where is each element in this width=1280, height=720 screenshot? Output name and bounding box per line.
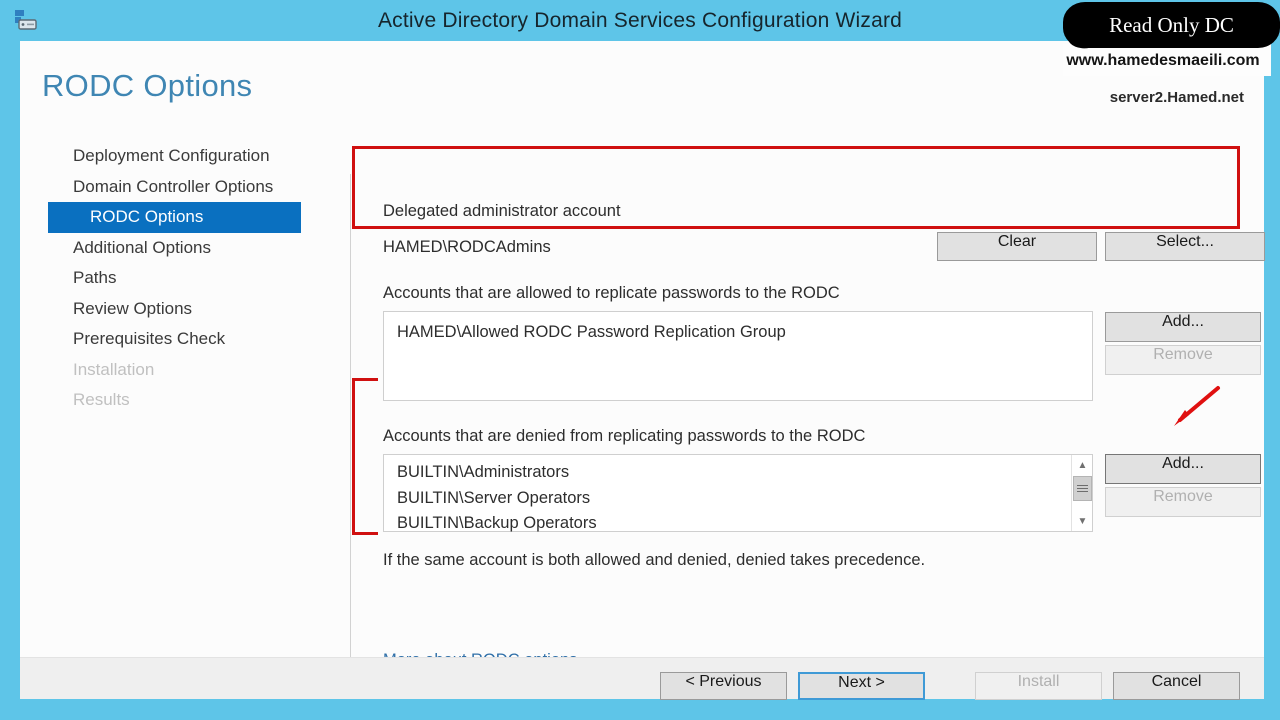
denied-accounts-label: Accounts that are denied from replicatin… — [383, 427, 866, 445]
page-title: RODC Options — [42, 68, 253, 103]
list-item[interactable]: HAMED\Allowed RODC Password Replication … — [384, 320, 1092, 346]
allowed-remove-button: Remove — [1105, 345, 1261, 375]
denied-precedence-note: If the same account is both allowed and … — [383, 551, 926, 569]
scroll-down-icon[interactable]: ▼ — [1073, 512, 1092, 530]
watermark-label: www.hamedesmaeili.com — [1066, 52, 1260, 69]
sidebar-item-deployment-configuration[interactable]: Deployment Configuration — [48, 141, 338, 172]
denied-accounts-listbox[interactable]: BUILTIN\Administrators BUILTIN\Server Op… — [383, 454, 1093, 532]
allowed-accounts-listbox[interactable]: HAMED\Allowed RODC Password Replication … — [383, 311, 1093, 401]
wizard-window: RODC Options server2.Hamed.net Deploymen… — [20, 41, 1265, 699]
list-item[interactable]: BUILTIN\Backup Operators — [384, 511, 1092, 537]
delegated-admin-value: HAMED\RODCAdmins — [383, 238, 551, 256]
cancel-button[interactable]: Cancel — [1113, 672, 1240, 700]
server-name-label: server2.Hamed.net — [1109, 89, 1244, 106]
list-item[interactable]: BUILTIN\Administrators — [384, 460, 1092, 486]
scrollbar-thumb[interactable] — [1073, 476, 1092, 501]
wizard-step-nav: Deployment Configuration Domain Controll… — [48, 141, 338, 416]
denied-list-scrollbar[interactable]: ▲ ▼ — [1071, 455, 1092, 531]
sidebar-item-additional-options[interactable]: Additional Options — [48, 233, 338, 264]
allowed-accounts-label: Accounts that are allowed to replicate p… — [383, 284, 840, 302]
sidebar-item-installation: Installation — [73, 359, 155, 379]
list-item[interactable]: BUILTIN\Server Operators — [384, 486, 1092, 512]
sidebar-item-rodc-options[interactable]: RODC Options — [48, 202, 301, 233]
sidebar-item-domain-controller-options[interactable]: Domain Controller Options — [48, 172, 338, 203]
scroll-up-icon[interactable]: ▲ — [1073, 456, 1092, 474]
sidebar-item-results: Results — [73, 390, 130, 409]
sidebar-item-prerequisites-check[interactable]: Prerequisites Check — [48, 324, 338, 355]
install-button: Install — [975, 672, 1102, 700]
clear-button[interactable]: Clear — [937, 232, 1097, 261]
sidebar-item-review-options[interactable]: Review Options — [48, 294, 338, 325]
blackout-label: Read Only DC — [1109, 13, 1234, 37]
denied-add-button[interactable]: Add... — [1105, 454, 1261, 484]
previous-button[interactable]: < Previous — [660, 672, 787, 700]
select-button[interactable]: Select... — [1105, 232, 1265, 261]
sidebar-item-paths[interactable]: Paths — [48, 263, 338, 294]
next-button[interactable]: Next > — [798, 672, 925, 700]
sidebar-divider — [350, 174, 351, 677]
delegated-admin-label: Delegated administrator account — [383, 202, 621, 220]
screenshot-root: Active Directory Domain Services Configu… — [0, 0, 1280, 720]
allowed-add-button[interactable]: Add... — [1105, 312, 1261, 342]
denied-remove-button: Remove — [1105, 487, 1261, 517]
grip-icon — [1077, 485, 1088, 492]
